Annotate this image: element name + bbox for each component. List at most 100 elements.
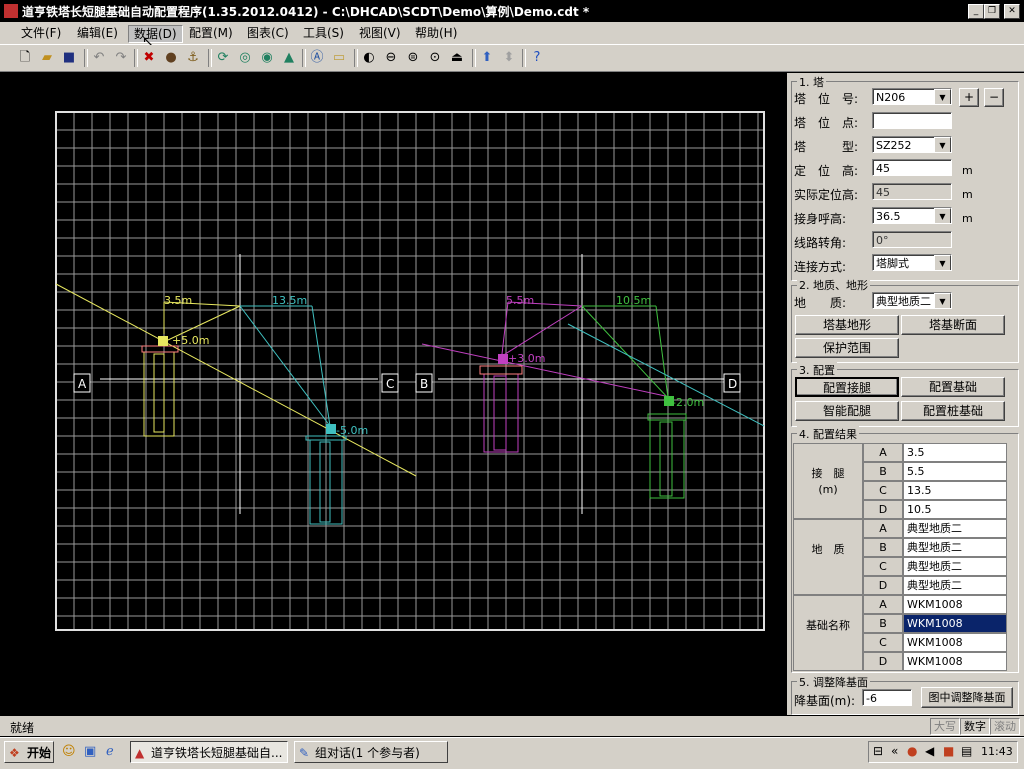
toolbar-separator xyxy=(522,49,526,67)
foundation-icon[interactable]: ⏏ xyxy=(448,49,466,67)
minimize-button[interactable]: _ xyxy=(968,4,984,19)
ie-icon[interactable]: ℯ xyxy=(106,744,114,759)
restore-button[interactable]: ❐ xyxy=(984,4,1000,19)
circle-icon[interactable]: ⊙ xyxy=(426,49,444,67)
tree-icon[interactable]: ● xyxy=(162,49,180,67)
menu-edit[interactable]: 编辑(E) xyxy=(72,25,123,41)
lower-label: 降基面(m): xyxy=(794,694,856,708)
task-app[interactable]: ▲ 道亨铁塔长短腿基础自... xyxy=(130,741,288,763)
chevron-left-icon[interactable]: « xyxy=(891,744,898,758)
result-value[interactable]: 10.5 xyxy=(903,500,1007,519)
section-button[interactable]: 塔基断面 xyxy=(901,315,1005,335)
menu-help[interactable]: 帮助(H) xyxy=(410,25,462,41)
open-icon[interactable]: ▰ xyxy=(38,49,56,67)
menu-view[interactable]: 视图(V) xyxy=(354,25,406,41)
scroll-indicator: 滚动 xyxy=(990,718,1020,735)
tray-icon[interactable]: ⊟ xyxy=(873,744,883,758)
num-indicator: 数字 xyxy=(960,718,990,735)
menu-tools[interactable]: 工具(S) xyxy=(298,25,349,41)
result-key: B xyxy=(863,614,903,633)
anchor-icon[interactable]: ⚓ xyxy=(184,49,202,67)
result-value[interactable]: WKM1008 xyxy=(903,595,1007,614)
close-button[interactable]: ✕ xyxy=(1004,4,1020,19)
dist-c-label: 13.5m xyxy=(272,294,307,307)
quicklaunch-icon[interactable]: ▣ xyxy=(84,744,96,759)
help-icon[interactable]: ? xyxy=(528,49,546,67)
quicklaunch-icon[interactable]: ☺ xyxy=(62,744,76,759)
remove-tower-button[interactable]: − xyxy=(984,88,1004,107)
lower-input[interactable]: -6 xyxy=(862,689,912,706)
menu-config[interactable]: 配置(M) xyxy=(184,25,238,41)
delete-icon[interactable]: ✖ xyxy=(140,49,158,67)
add-tower-button[interactable]: + xyxy=(959,88,979,107)
undo-icon[interactable]: ↶ xyxy=(90,49,108,67)
result-value[interactable]: 典型地质二 xyxy=(903,557,1007,576)
dropdown-arrow-icon[interactable]: ▼ xyxy=(934,208,951,223)
status-text: 就绪 xyxy=(10,721,35,735)
protect-range-button[interactable]: 保护范围 xyxy=(795,338,899,358)
circle-down-icon[interactable]: ⊜ xyxy=(404,49,422,67)
magenta-line xyxy=(421,343,671,398)
leg-d-height-label: -2.0m xyxy=(672,396,704,409)
menu-file[interactable]: 文件(F) xyxy=(16,25,66,41)
toolbar: 🗋 ▰ ■ ↶ ↷ ✖ ● ⚓ ⟳ ◎ ◉ ▲ Ⓐ ▭ ◐ ⊖ ⊜ ⊙ ⏏ ⬆ … xyxy=(0,45,1024,72)
tower-no-select[interactable]: N206 ▼ xyxy=(872,88,952,105)
leg-d-cap xyxy=(647,413,687,421)
smart-leg-button[interactable]: 智能配腿 xyxy=(795,401,899,421)
folder-icon[interactable]: ▭ xyxy=(330,49,348,67)
toolbar-separator xyxy=(208,49,212,67)
window-title: 道亨铁塔长短腿基础自动配置程序(1.35.2012.0412) - C:\DHC… xyxy=(22,5,590,19)
save-icon[interactable]: ■ xyxy=(60,49,78,67)
result-value[interactable]: 3.5 xyxy=(903,443,1007,462)
pile-foundation-button[interactable]: 配置桩基础 xyxy=(901,401,1005,421)
result-value[interactable]: 典型地质二 xyxy=(903,519,1007,538)
dropdown-arrow-icon[interactable]: ▼ xyxy=(934,89,951,104)
volume-icon[interactable]: ◀ xyxy=(925,744,934,758)
result-value[interactable]: WKM1008 xyxy=(903,633,1007,652)
tray-icon[interactable]: ● xyxy=(907,744,917,758)
dropdown-arrow-icon[interactable]: ▼ xyxy=(934,255,951,270)
result-value[interactable]: 5.5 xyxy=(903,462,1007,481)
result-value[interactable]: 典型地质二 xyxy=(903,576,1007,595)
body-height-select[interactable]: 36.5 ▼ xyxy=(872,207,952,224)
drawing-canvas[interactable]: A C B D 3.5m 13.5m +5.0m -5.0m 5.5m 10.5… xyxy=(8,74,784,714)
tower-type-select[interactable]: SZ252 ▼ xyxy=(872,136,952,153)
tower-point-input[interactable] xyxy=(872,112,952,129)
menu-data[interactable]: 数据(D) xyxy=(128,25,183,43)
task-chat[interactable]: ✎ 组对话(1 个参与者) xyxy=(294,741,448,763)
redo-icon[interactable]: ↷ xyxy=(112,49,130,67)
menu-chart[interactable]: 图表(C) xyxy=(242,25,294,41)
refresh-icon[interactable]: ⟳ xyxy=(214,49,232,67)
result-value[interactable]: WKM1008 xyxy=(903,614,1007,633)
adjust-lower-button[interactable]: 图中调整降基面 xyxy=(921,687,1013,708)
text-icon[interactable]: Ⓐ xyxy=(308,49,326,67)
pos-height-input[interactable]: 45 xyxy=(872,159,952,176)
up-arrow-icon[interactable]: ⬆ xyxy=(478,49,496,67)
result-value[interactable]: 典型地质二 xyxy=(903,538,1007,557)
app-icon[interactable] xyxy=(4,4,18,18)
new-icon[interactable]: 🗋 xyxy=(16,49,34,67)
zoom-fit-icon[interactable]: ◉ xyxy=(258,49,276,67)
circle-minus-icon[interactable]: ⊖ xyxy=(382,49,400,67)
measure-icon[interactable]: ◐ xyxy=(360,49,378,67)
dropdown-arrow-icon[interactable]: ▼ xyxy=(934,293,951,308)
body-height-label: 接身呼高: xyxy=(794,212,847,226)
config-foundation-button[interactable]: 配置基础 xyxy=(901,377,1005,397)
dropdown-arrow-icon[interactable]: ▼ xyxy=(934,137,951,152)
conn-select[interactable]: 塔脚式 ▼ xyxy=(872,254,952,271)
result-value[interactable]: 13.5 xyxy=(903,481,1007,500)
leg-d-pile xyxy=(659,421,673,497)
config-leg-button[interactable]: 配置接腿 xyxy=(795,377,899,397)
result-value[interactable]: WKM1008 xyxy=(903,652,1007,671)
tower-icon[interactable]: ▲ xyxy=(280,49,298,67)
section-tower xyxy=(791,81,1019,281)
start-button[interactable]: ❖ 开始 xyxy=(4,741,54,763)
geology-select[interactable]: 典型地质二 ▼ xyxy=(872,292,952,309)
leg-b-pile xyxy=(493,375,507,451)
foundation-drawing[interactable]: A C B D 3.5m 13.5m +5.0m -5.0m 5.5m 10.5… xyxy=(8,74,784,714)
tray-icon[interactable]: ■ xyxy=(943,744,954,758)
terrain-button[interactable]: 塔基地形 xyxy=(795,315,899,335)
tray-icon[interactable]: ▤ xyxy=(961,744,972,758)
pin-icon[interactable]: ⬍ xyxy=(500,49,518,67)
rotate-icon[interactable]: ◎ xyxy=(236,49,254,67)
